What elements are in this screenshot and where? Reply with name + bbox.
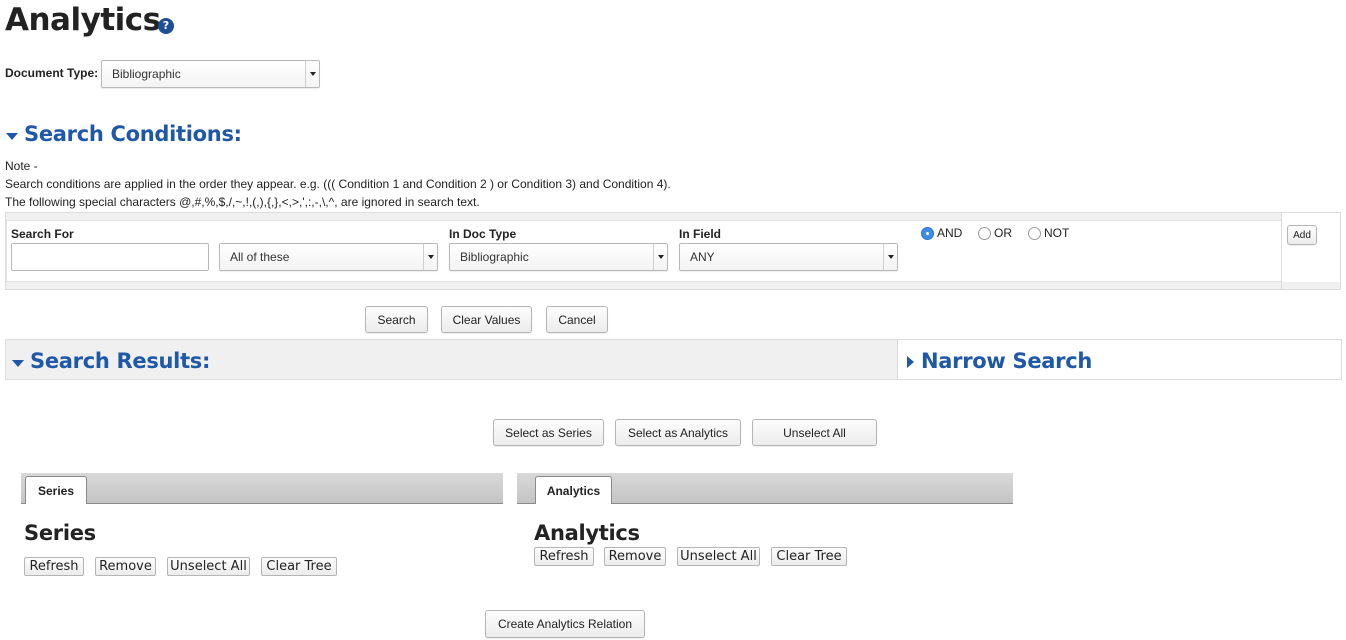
- note-line-1: Search conditions are applied in the ord…: [5, 177, 671, 191]
- operator-not-radio[interactable]: NOT: [1028, 226, 1069, 240]
- operator-and-radio[interactable]: AND: [921, 226, 962, 240]
- search-for-input[interactable]: [11, 243, 209, 271]
- unselect-all-button[interactable]: Unselect All: [752, 419, 877, 446]
- radio-unselected-icon: [1028, 226, 1041, 240]
- chevron-down-icon: [653, 244, 667, 270]
- chevron-down-icon: [883, 244, 897, 270]
- operator-label: NOT: [1044, 226, 1070, 240]
- clear-values-button[interactable]: Clear Values: [441, 306, 532, 333]
- operator-label: OR: [994, 226, 1012, 240]
- series-tabbar: [21, 473, 503, 504]
- analytics-unselect-all-button[interactable]: Unselect All: [677, 547, 760, 566]
- search-button[interactable]: Search: [365, 306, 428, 333]
- radio-unselected-icon: [978, 226, 991, 240]
- page-title: Analytics: [5, 2, 161, 38]
- document-type-select[interactable]: Bibliographic: [101, 60, 320, 88]
- create-analytics-relation-button[interactable]: Create Analytics Relation: [485, 610, 645, 638]
- series-clear-tree-button[interactable]: Clear Tree: [261, 557, 337, 576]
- series-unselect-all-button[interactable]: Unselect All: [167, 557, 250, 576]
- note-line-2: The following special characters @,#,%,$…: [5, 195, 480, 209]
- analytics-refresh-button[interactable]: Refresh: [534, 547, 594, 566]
- analytics-clear-tree-button[interactable]: Clear Tree: [771, 547, 847, 566]
- collapse-triangle-icon[interactable]: [12, 360, 24, 367]
- in-doc-type-value: Bibliographic: [460, 250, 529, 264]
- in-doc-type-select[interactable]: Bibliographic: [449, 243, 668, 271]
- in-field-select[interactable]: ANY: [679, 243, 898, 271]
- in-field-label: In Field: [679, 227, 721, 241]
- narrow-search-title[interactable]: Narrow Search: [921, 349, 1092, 373]
- series-heading: Series: [24, 521, 96, 545]
- select-as-series-button[interactable]: Select as Series: [493, 419, 604, 446]
- match-value: All of these: [230, 250, 290, 264]
- chevron-down-icon: [305, 61, 319, 87]
- help-icon[interactable]: ?: [158, 18, 174, 34]
- in-field-value: ANY: [690, 250, 715, 264]
- radio-selected-icon: [921, 226, 934, 240]
- in-doc-type-label: In Doc Type: [449, 227, 517, 241]
- tab-series[interactable]: Series: [25, 476, 87, 504]
- tab-analytics[interactable]: Analytics: [535, 476, 612, 504]
- search-results-title[interactable]: Search Results:: [30, 349, 210, 373]
- series-remove-button[interactable]: Remove: [95, 557, 156, 576]
- add-cell: [1282, 213, 1340, 282]
- document-type-value: Bibliographic: [112, 67, 181, 81]
- operator-or-radio[interactable]: OR: [978, 226, 1012, 240]
- chevron-down-icon: [423, 244, 437, 270]
- collapse-triangle-icon[interactable]: [6, 133, 18, 140]
- search-for-label: Search For: [11, 227, 74, 241]
- analytics-heading: Analytics: [534, 521, 640, 545]
- match-select[interactable]: All of these: [219, 243, 438, 271]
- note-title: Note -: [5, 159, 38, 173]
- add-condition-button[interactable]: Add: [1287, 225, 1317, 245]
- analytics-remove-button[interactable]: Remove: [604, 547, 666, 566]
- cancel-button[interactable]: Cancel: [546, 306, 608, 333]
- operator-label: AND: [937, 226, 963, 240]
- document-type-label: Document Type:: [5, 66, 99, 80]
- expand-triangle-icon[interactable]: [907, 356, 914, 368]
- series-refresh-button[interactable]: Refresh: [24, 557, 84, 576]
- select-as-analytics-button[interactable]: Select as Analytics: [615, 419, 741, 446]
- search-conditions-title[interactable]: Search Conditions:: [24, 122, 242, 146]
